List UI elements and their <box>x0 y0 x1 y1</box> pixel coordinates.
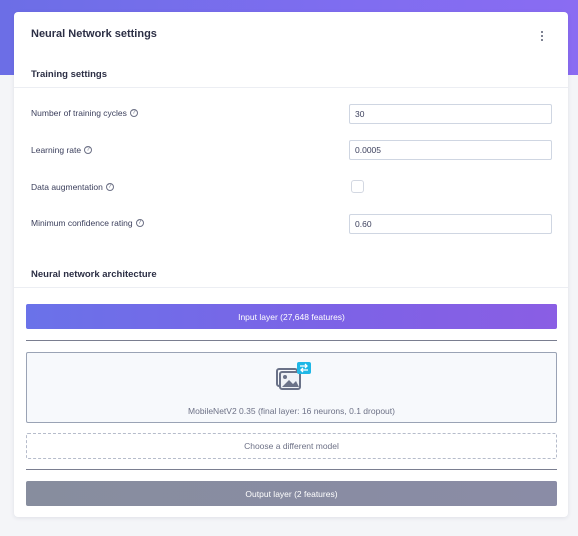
output-layer-button[interactable]: Output layer (2 features) <box>26 481 557 506</box>
learning-rate-input[interactable] <box>349 140 552 160</box>
learning-rate-label-text: Learning rate <box>31 145 82 155</box>
settings-card: Neural Network settings Training setting… <box>14 12 568 517</box>
min-confidence-input[interactable] <box>349 214 552 234</box>
help-icon[interactable]: ? <box>105 183 114 191</box>
architecture-title: Neural network architecture <box>31 269 157 280</box>
input-layer-button[interactable]: Input layer (27,648 features) <box>26 304 557 329</box>
help-icon[interactable]: ? <box>84 146 93 154</box>
choose-model-label: Choose a different model <box>244 441 339 451</box>
layer-connector-line <box>26 469 557 470</box>
help-icon[interactable]: ? <box>129 109 138 117</box>
kebab-menu-icon[interactable] <box>534 28 550 44</box>
data-augmentation-label-text: Data augmentation <box>31 182 103 192</box>
image-transfer-icon <box>276 362 311 390</box>
training-cycles-label: Number of training cycles ? <box>31 108 138 118</box>
training-divider <box>14 87 568 88</box>
min-confidence-label-text: Minimum confidence rating <box>31 218 133 228</box>
learning-rate-label: Learning rate ? <box>31 145 93 155</box>
model-description: MobileNetV2 0.35 (final layer: 16 neuron… <box>188 406 395 416</box>
training-settings-title: Training settings <box>31 69 108 80</box>
training-cycles-input[interactable] <box>349 104 552 124</box>
training-cycles-label-text: Number of training cycles <box>31 108 127 118</box>
data-augmentation-checkbox[interactable] <box>351 180 364 193</box>
help-icon[interactable]: ? <box>135 219 144 227</box>
layer-connector-line <box>26 340 557 341</box>
data-augmentation-label: Data augmentation ? <box>31 182 114 192</box>
output-layer-label: Output layer (2 features) <box>245 488 338 499</box>
model-block[interactable]: MobileNetV2 0.35 (final layer: 16 neuron… <box>26 352 557 423</box>
input-layer-label: Input layer (27,648 features) <box>238 311 345 322</box>
min-confidence-label: Minimum confidence rating ? <box>31 218 144 228</box>
choose-model-button[interactable]: Choose a different model <box>26 433 557 459</box>
page-title: Neural Network settings <box>31 28 157 40</box>
architecture-divider <box>14 287 568 288</box>
